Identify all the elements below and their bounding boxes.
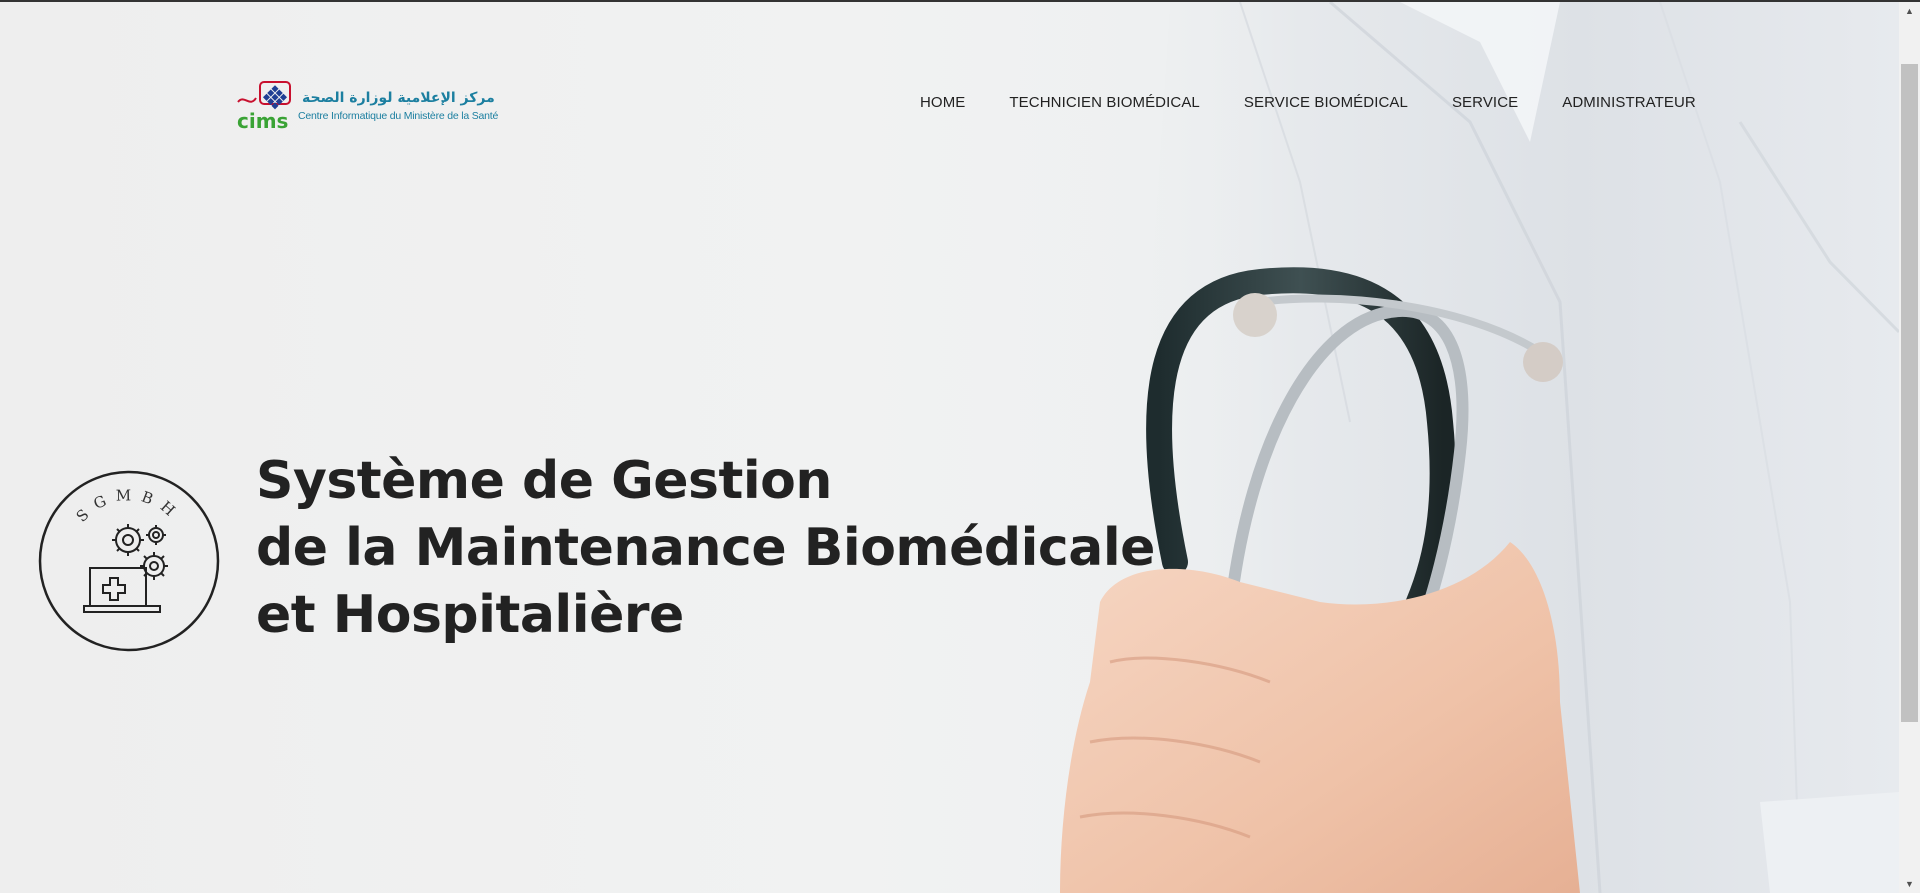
gears-icon bbox=[112, 524, 168, 580]
logo-arabic-text: مركز الإعلامية لوزارة الصحة bbox=[302, 90, 495, 106]
nav-home[interactable]: HOME bbox=[920, 94, 965, 111]
cims-logo[interactable]: cims مركز الإعلامية لوزارة الصحة Centre … bbox=[236, 80, 498, 132]
nav-service[interactable]: SERVICE bbox=[1452, 94, 1518, 111]
nav-service-biomedical[interactable]: SERVICE BIOMÉDICAL bbox=[1244, 94, 1408, 111]
nav-administrateur[interactable]: ADMINISTRATEUR bbox=[1562, 94, 1696, 111]
hero-title: Système de Gestion de la Maintenance Bio… bbox=[256, 448, 1155, 649]
scrollbar-thumb[interactable] bbox=[1901, 64, 1918, 722]
cims-acronym: cims bbox=[237, 109, 288, 132]
scroll-up-arrow-icon[interactable]: ▲ bbox=[1899, 2, 1920, 20]
emblem-text: SGMBH bbox=[73, 486, 177, 525]
logo-latin-text: Centre Informatique du Ministère de la S… bbox=[298, 110, 499, 122]
hero-title-line-3: et Hospitalière bbox=[256, 585, 684, 645]
cims-logo-mark-icon: cims bbox=[237, 81, 291, 132]
main-nav: HOME TECHNICIEN BIOMÉDICAL SERVICE BIOMÉ… bbox=[920, 94, 1696, 111]
sgmbh-emblem: SGMBH bbox=[38, 470, 220, 652]
vertical-scrollbar[interactable]: ▲ ▼ bbox=[1899, 2, 1920, 893]
svg-text:SGMBH: SGMBH bbox=[73, 486, 186, 525]
hero-section: cims مركز الإعلامية لوزارة الصحة Centre … bbox=[0, 2, 1899, 893]
hero-title-line-2: de la Maintenance Biomédicale bbox=[256, 518, 1155, 578]
scroll-down-arrow-icon[interactable]: ▼ bbox=[1899, 875, 1920, 893]
nav-technicien-biomedical[interactable]: TECHNICIEN BIOMÉDICAL bbox=[1009, 94, 1199, 111]
hero-title-line-1: Système de Gestion bbox=[256, 451, 832, 511]
